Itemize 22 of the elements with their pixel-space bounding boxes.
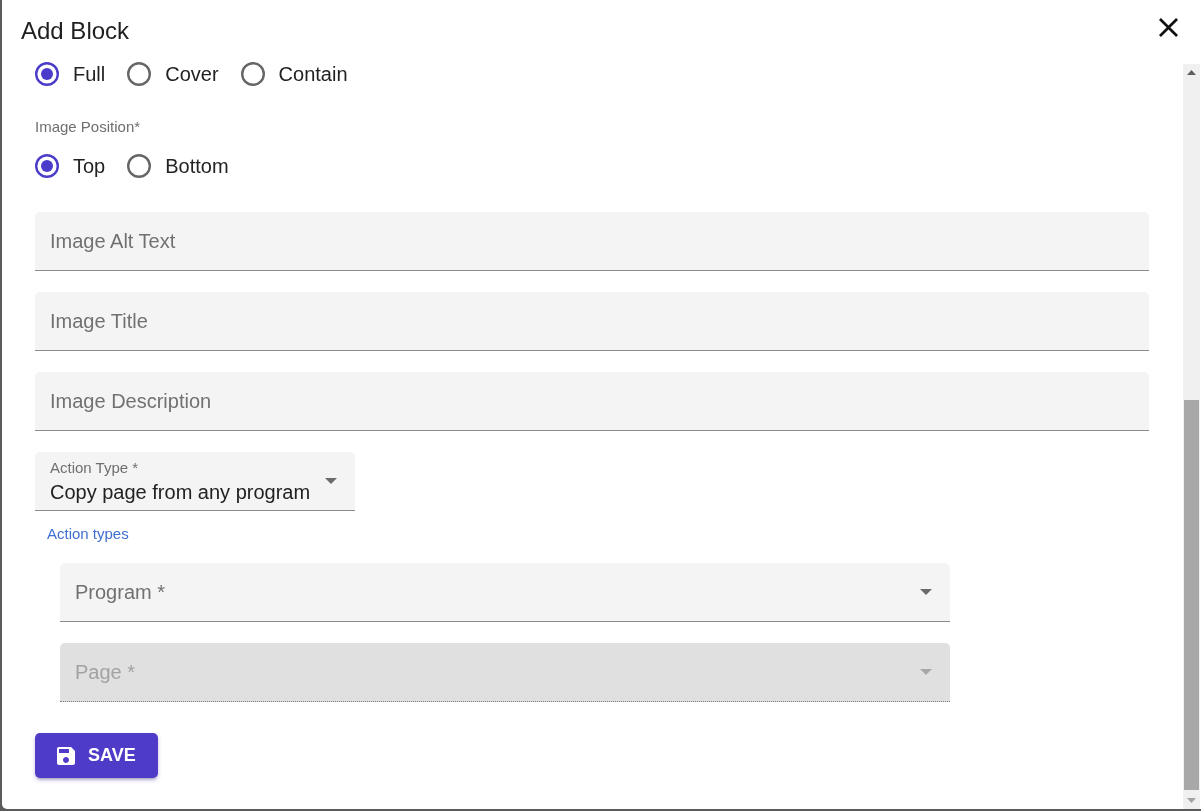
close-button[interactable] (1159, 17, 1178, 37)
input-field[interactable]: Image Title (35, 292, 1149, 351)
radio-option[interactable]: Cover (127, 62, 219, 95)
select-field[interactable]: Action Type * Copy page from any program (35, 452, 355, 511)
select-field: Page * (60, 643, 950, 702)
up-arrow-icon[interactable] (1187, 70, 1196, 75)
radio-option[interactable]: Top (35, 145, 106, 187)
caret-icon (920, 589, 932, 595)
close-icon (1159, 17, 1178, 37)
radio-option[interactable]: Contain (240, 62, 348, 95)
caret-icon (325, 478, 337, 484)
select-field[interactable]: Program * (60, 563, 950, 622)
dialog-title: Add Block (21, 16, 130, 46)
field-label: Image Position* (35, 118, 142, 136)
save-button[interactable]: SAVE (35, 733, 158, 778)
input-field[interactable]: Image Description (35, 372, 1149, 431)
radio-option[interactable]: Bottom (127, 145, 229, 187)
scrollbar-thumb[interactable] (1184, 400, 1199, 790)
radio-option[interactable]: Full (35, 62, 106, 95)
helper-text: Action types (47, 525, 129, 543)
caret-icon (920, 669, 932, 675)
input-field[interactable]: Image Alt Text (35, 212, 1149, 271)
